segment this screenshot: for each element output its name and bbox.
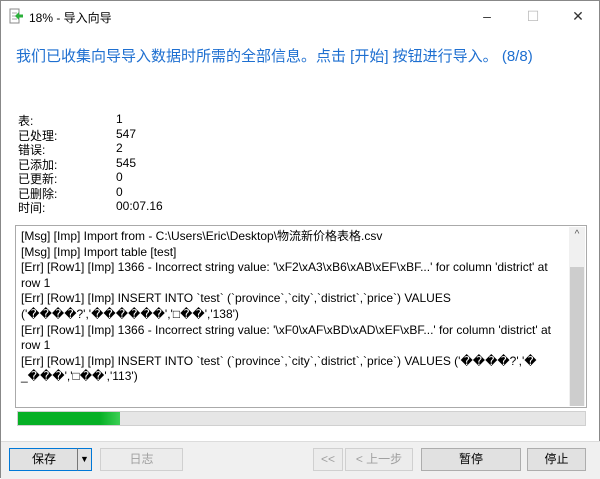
- stat-value-updated: 0: [116, 170, 123, 184]
- stat-value-added: 545: [116, 155, 137, 170]
- stat-value-time: 00:07.16: [116, 199, 163, 213]
- log-button[interactable]: 日志: [100, 448, 183, 471]
- previous-step-button[interactable]: < 上一步: [345, 448, 413, 471]
- log-text: [Msg] [Imp] Import from - C:\Users\Eric\…: [21, 229, 551, 384]
- progress-bar: [17, 411, 586, 426]
- maximize-button[interactable]: ☐: [513, 5, 553, 27]
- wizard-heading: 我们已收集向导导入数据时所需的全部信息。点击 [开始] 按钮进行导入。 (8/8…: [16, 48, 533, 65]
- save-dropdown-button[interactable]: ▼: [77, 448, 92, 471]
- pause-button[interactable]: 暂停: [421, 448, 521, 471]
- stat-value-errors: 2: [116, 141, 123, 155]
- first-step-button[interactable]: <<: [313, 448, 343, 471]
- log-textarea[interactable]: [Msg] [Imp] Import from - C:\Users\Eric\…: [15, 225, 587, 408]
- stat-value-tables: 1: [116, 112, 123, 126]
- stop-button[interactable]: 停止: [527, 448, 586, 471]
- close-button[interactable]: ✕: [558, 5, 598, 27]
- stat-value-processed: 547: [116, 126, 137, 141]
- progress-fill: [18, 412, 121, 425]
- log-scrollbar[interactable]: ^: [569, 227, 585, 406]
- window-title: 18% - 导入向导: [29, 11, 112, 25]
- minimize-button[interactable]: –: [467, 5, 507, 27]
- scroll-up-icon[interactable]: ^: [569, 227, 585, 243]
- stat-value-deleted: 0: [116, 184, 123, 199]
- title-bar: 18% - 导入向导 – ☐ ✕: [1, 1, 600, 31]
- import-wizard-icon: [9, 8, 23, 24]
- stat-label-time: 时间:: [18, 201, 46, 215]
- scrollbar-thumb[interactable]: [570, 267, 584, 406]
- save-button[interactable]: 保存: [9, 448, 78, 471]
